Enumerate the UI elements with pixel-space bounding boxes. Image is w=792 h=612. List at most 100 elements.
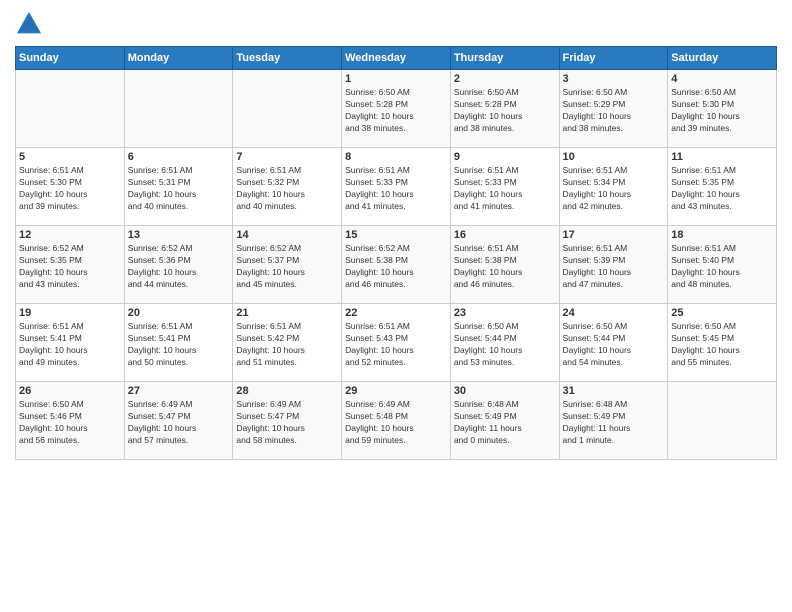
weekday-header-friday: Friday	[559, 47, 668, 70]
calendar-cell: 24Sunrise: 6:50 AM Sunset: 5:44 PM Dayli…	[559, 304, 668, 382]
day-number: 6	[128, 151, 230, 163]
calendar-cell: 29 Sunrise: 6:49 AM Sunset: 5:48 PM Dayli…	[342, 382, 451, 460]
day-info: Sunrise: 6:51 AM Sunset: 5:35 PM Dayligh…	[671, 165, 773, 213]
weekday-header-tuesday: Tuesday	[233, 47, 342, 70]
calendar-cell: 12 Sunrise: 6:52 AM Sunset: 5:35 PM Dayli…	[16, 226, 125, 304]
calendar-cell: 8 Sunrise: 6:51 AM Sunset: 5:33 PM Daylig…	[342, 148, 451, 226]
day-info: Sunrise: 6:51 AM Sunset: 5:41 PM Dayligh…	[128, 321, 230, 369]
day-info: Sunrise: 6:50 AM Sunset: 5:44 PM Dayligh…	[563, 321, 665, 369]
day-number: 18	[671, 229, 773, 241]
day-info: Sunrise: 6:50 AM Sunset: 5:28 PM Dayligh…	[454, 87, 556, 135]
calendar-cell: 10 Sunrise: 6:51 AM Sunset: 5:34 PM Dayli…	[559, 148, 668, 226]
day-number: 19	[19, 307, 121, 319]
day-info: Sunrise: 6:49 AM Sunset: 5:47 PM Dayligh…	[128, 399, 230, 447]
weekday-header-thursday: Thursday	[450, 47, 559, 70]
calendar-cell: 31 Sunrise: 6:48 AM Sunset: 5:49 PM Dayli…	[559, 382, 668, 460]
day-number: 3	[563, 73, 665, 85]
calendar-cell	[124, 70, 233, 148]
calendar-cell: 1 Sunrise: 6:50 AM Sunset: 5:28 PM Daylig…	[342, 70, 451, 148]
day-info: Sunrise: 6:51 AM Sunset: 5:32 PM Dayligh…	[236, 165, 338, 213]
day-info: Sunrise: 6:52 AM Sunset: 5:38 PM Dayligh…	[345, 243, 447, 291]
calendar-cell: 4 Sunrise: 6:50 AM Sunset: 5:30 PM Daylig…	[668, 70, 777, 148]
week-row-2: 5Sunrise: 6:51 AM Sunset: 5:30 PM Daylig…	[16, 148, 777, 226]
calendar-cell: 28 Sunrise: 6:49 AM Sunset: 5:47 PM Dayli…	[233, 382, 342, 460]
day-info: Sunrise: 6:51 AM Sunset: 5:40 PM Dayligh…	[671, 243, 773, 291]
day-info: Sunrise: 6:51 AM Sunset: 5:39 PM Dayligh…	[563, 243, 665, 291]
logo	[15, 10, 47, 38]
day-number: 10	[563, 151, 665, 163]
week-row-5: 26 Sunrise: 6:50 AM Sunset: 5:46 PM Dayli…	[16, 382, 777, 460]
calendar-cell: 11 Sunrise: 6:51 AM Sunset: 5:35 PM Dayli…	[668, 148, 777, 226]
calendar-cell: 22Sunrise: 6:51 AM Sunset: 5:43 PM Dayli…	[342, 304, 451, 382]
day-info: Sunrise: 6:52 AM Sunset: 5:36 PM Dayligh…	[128, 243, 230, 291]
day-number: 17	[563, 229, 665, 241]
day-info: Sunrise: 6:48 AM Sunset: 5:49 PM Dayligh…	[454, 399, 556, 447]
day-info: Sunrise: 6:49 AM Sunset: 5:47 PM Dayligh…	[236, 399, 338, 447]
day-info: Sunrise: 6:51 AM Sunset: 5:34 PM Dayligh…	[563, 165, 665, 213]
calendar-cell: 19 Sunrise: 6:51 AM Sunset: 5:41 PM Dayli…	[16, 304, 125, 382]
day-info: Sunrise: 6:52 AM Sunset: 5:35 PM Dayligh…	[19, 243, 121, 291]
day-info: Sunrise: 6:52 AM Sunset: 5:37 PM Dayligh…	[236, 243, 338, 291]
weekday-header-saturday: Saturday	[668, 47, 777, 70]
day-info: Sunrise: 6:51 AM Sunset: 5:41 PM Dayligh…	[19, 321, 121, 369]
calendar-cell: 5Sunrise: 6:51 AM Sunset: 5:30 PM Daylig…	[16, 148, 125, 226]
day-number: 8	[345, 151, 447, 163]
day-number: 28	[236, 385, 338, 397]
day-info: Sunrise: 6:51 AM Sunset: 5:42 PM Dayligh…	[236, 321, 338, 369]
day-number: 16	[454, 229, 556, 241]
day-info: Sunrise: 6:50 AM Sunset: 5:28 PM Dayligh…	[345, 87, 447, 135]
calendar-cell: 23Sunrise: 6:50 AM Sunset: 5:44 PM Dayli…	[450, 304, 559, 382]
day-info: Sunrise: 6:48 AM Sunset: 5:49 PM Dayligh…	[563, 399, 665, 447]
calendar-cell	[16, 70, 125, 148]
day-number: 26	[19, 385, 121, 397]
week-row-3: 12 Sunrise: 6:52 AM Sunset: 5:35 PM Dayli…	[16, 226, 777, 304]
weekday-header-row: SundayMondayTuesdayWednesdayThursdayFrid…	[16, 47, 777, 70]
calendar-cell: 9 Sunrise: 6:51 AM Sunset: 5:33 PM Daylig…	[450, 148, 559, 226]
calendar-cell: 7Sunrise: 6:51 AM Sunset: 5:32 PM Daylig…	[233, 148, 342, 226]
day-info: Sunrise: 6:50 AM Sunset: 5:29 PM Dayligh…	[563, 87, 665, 135]
calendar-cell	[668, 382, 777, 460]
day-number: 27	[128, 385, 230, 397]
calendar-cell: 26 Sunrise: 6:50 AM Sunset: 5:46 PM Dayli…	[16, 382, 125, 460]
day-number: 21	[236, 307, 338, 319]
day-number: 20	[128, 307, 230, 319]
page: SundayMondayTuesdayWednesdayThursdayFrid…	[0, 0, 792, 612]
day-number: 31	[563, 385, 665, 397]
day-number: 11	[671, 151, 773, 163]
weekday-header-wednesday: Wednesday	[342, 47, 451, 70]
week-row-4: 19 Sunrise: 6:51 AM Sunset: 5:41 PM Dayli…	[16, 304, 777, 382]
calendar-cell: 17 Sunrise: 6:51 AM Sunset: 5:39 PM Dayli…	[559, 226, 668, 304]
calendar-cell: 3 Sunrise: 6:50 AM Sunset: 5:29 PM Daylig…	[559, 70, 668, 148]
logo-icon	[15, 10, 43, 38]
day-number: 5	[19, 151, 121, 163]
day-number: 4	[671, 73, 773, 85]
day-number: 9	[454, 151, 556, 163]
day-info: Sunrise: 6:50 AM Sunset: 5:45 PM Dayligh…	[671, 321, 773, 369]
calendar-cell: 18 Sunrise: 6:51 AM Sunset: 5:40 PM Dayli…	[668, 226, 777, 304]
calendar-cell	[233, 70, 342, 148]
day-number: 15	[345, 229, 447, 241]
calendar-cell: 16Sunrise: 6:51 AM Sunset: 5:38 PM Dayli…	[450, 226, 559, 304]
calendar-cell: 25 Sunrise: 6:50 AM Sunset: 5:45 PM Dayli…	[668, 304, 777, 382]
day-number: 1	[345, 73, 447, 85]
weekday-header-monday: Monday	[124, 47, 233, 70]
day-number: 23	[454, 307, 556, 319]
calendar-table: SundayMondayTuesdayWednesdayThursdayFrid…	[15, 46, 777, 460]
day-number: 30	[454, 385, 556, 397]
day-info: Sunrise: 6:51 AM Sunset: 5:33 PM Dayligh…	[454, 165, 556, 213]
calendar-cell: 2Sunrise: 6:50 AM Sunset: 5:28 PM Daylig…	[450, 70, 559, 148]
day-number: 25	[671, 307, 773, 319]
day-number: 13	[128, 229, 230, 241]
weekday-header-sunday: Sunday	[16, 47, 125, 70]
day-info: Sunrise: 6:50 AM Sunset: 5:30 PM Dayligh…	[671, 87, 773, 135]
day-info: Sunrise: 6:49 AM Sunset: 5:48 PM Dayligh…	[345, 399, 447, 447]
day-info: Sunrise: 6:50 AM Sunset: 5:46 PM Dayligh…	[19, 399, 121, 447]
week-row-1: 1 Sunrise: 6:50 AM Sunset: 5:28 PM Daylig…	[16, 70, 777, 148]
day-number: 14	[236, 229, 338, 241]
day-info: Sunrise: 6:51 AM Sunset: 5:33 PM Dayligh…	[345, 165, 447, 213]
day-number: 12	[19, 229, 121, 241]
calendar-cell: 6Sunrise: 6:51 AM Sunset: 5:31 PM Daylig…	[124, 148, 233, 226]
calendar-cell: 20 Sunrise: 6:51 AM Sunset: 5:41 PM Dayli…	[124, 304, 233, 382]
calendar-cell: 15 Sunrise: 6:52 AM Sunset: 5:38 PM Dayli…	[342, 226, 451, 304]
day-number: 29	[345, 385, 447, 397]
